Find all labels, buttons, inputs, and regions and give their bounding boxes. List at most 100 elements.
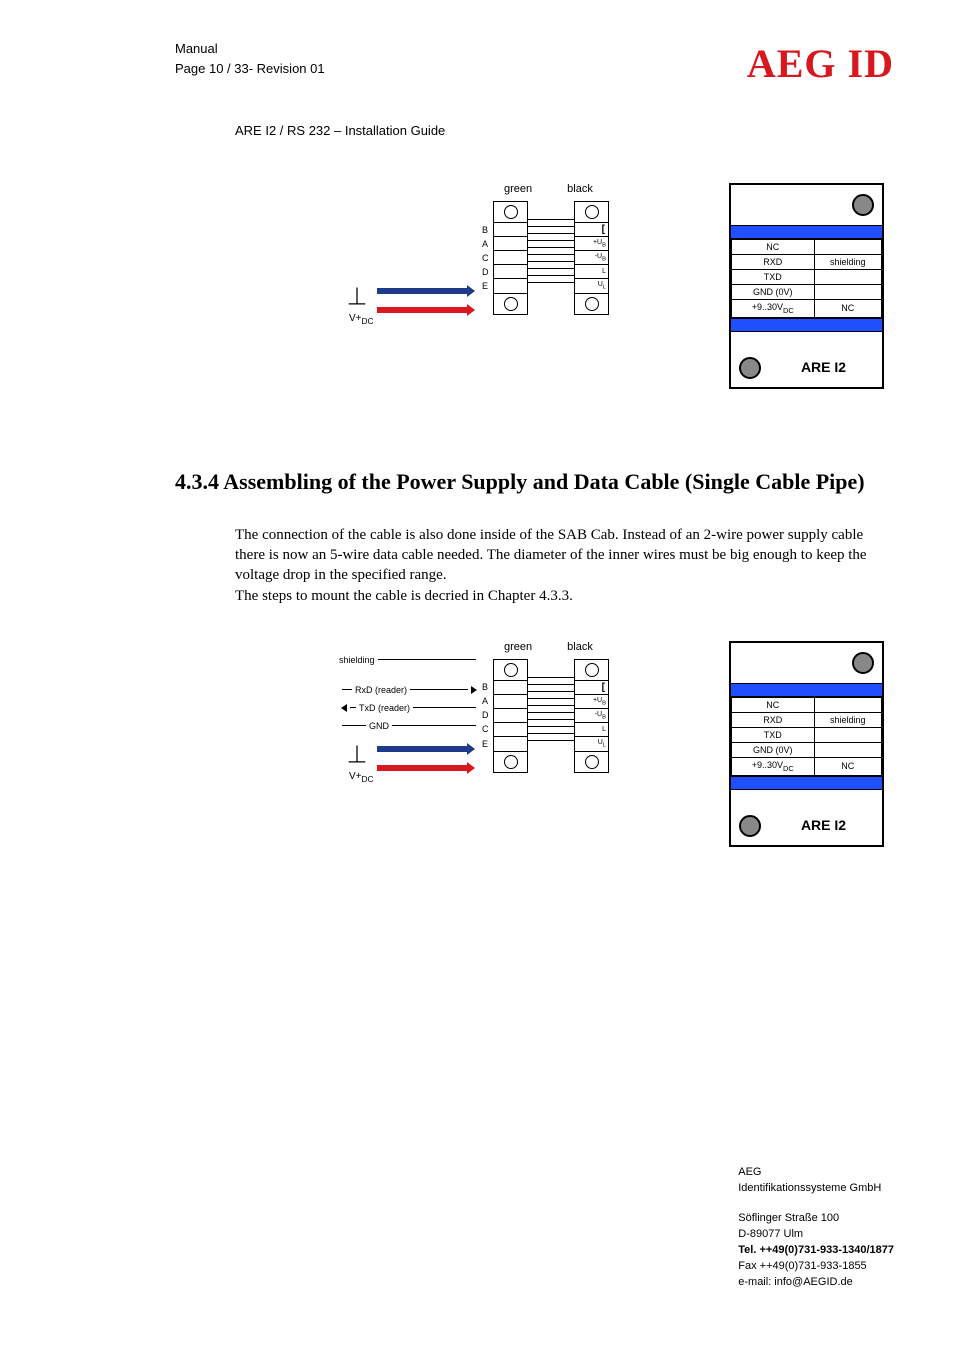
pin-cell	[814, 240, 882, 255]
connector-black: [ +UB -UB L UL	[574, 659, 609, 773]
address-line-1: Söflinger Straße 100	[738, 1211, 894, 1227]
conn-hole-icon	[585, 663, 599, 677]
pin-text: +UB	[593, 239, 606, 248]
pin-text: UL	[598, 739, 606, 748]
bracket-icon: [	[602, 224, 605, 235]
conn-hole-icon	[504, 755, 518, 769]
pin-cell: +9..30VDC	[732, 757, 815, 775]
pin-cell: RXD	[732, 712, 815, 727]
pin-cell: GND (0V)	[732, 742, 815, 757]
telephone: Tel. ++49(0)731-933-1340/1877	[738, 1243, 894, 1259]
vplus-label: V+DC	[349, 313, 474, 326]
pin-cell	[814, 270, 882, 285]
doc-subtitle: ARE I2 / RS 232 – Installation Guide	[235, 123, 894, 138]
conn-hole-icon	[504, 663, 518, 677]
pin-label: A	[482, 239, 488, 249]
conn-hole-icon	[504, 297, 518, 311]
pin-text: -UB	[595, 253, 606, 262]
section-heading: 4.3.4 Assembling of the Power Supply and…	[175, 469, 894, 495]
pin-label: D	[482, 710, 489, 720]
jumper-lines	[528, 677, 574, 747]
manual-label: Manual	[175, 40, 325, 58]
pin-cell: TXD	[732, 727, 815, 742]
conn-hole-icon	[504, 205, 518, 219]
pin-text: +UB	[593, 697, 606, 706]
pin-cell: shielding	[814, 255, 882, 270]
company-block: AEG Identifikationssysteme GmbH	[738, 1165, 894, 1197]
green-label: green	[504, 641, 532, 653]
ground-icon: ⏊	[349, 283, 365, 307]
arrow-left-icon	[341, 704, 347, 712]
pin-label: E	[482, 739, 488, 749]
pin-label: E	[482, 281, 488, 291]
are-i2-box: NC RXDshielding TXD GND (0V) +9..30VDCNC…	[729, 641, 884, 847]
are-bottom: ARE I2	[731, 790, 882, 845]
arrow-right-icon	[471, 686, 477, 694]
address-line-2: D-89077 Ulm	[738, 1227, 894, 1243]
page-footer: AEG Identifikationssysteme GmbH Söflinge…	[738, 1165, 894, 1291]
pin-cell: NC	[732, 697, 815, 712]
pin-cell	[814, 727, 882, 742]
power-symbol: ⏊ V+DC	[349, 283, 474, 326]
pin-label: A	[482, 696, 488, 706]
jumper-lines	[528, 219, 574, 289]
blue-wire-icon	[377, 746, 467, 752]
pin-label: C	[482, 724, 489, 734]
pin-table: NC RXDshielding TXD GND (0V) +9..30VDCNC	[731, 697, 882, 776]
blue-bar-icon	[731, 683, 882, 697]
pin-label: C	[482, 253, 489, 263]
green-label: green	[504, 183, 532, 195]
blue-bar-icon	[731, 225, 882, 239]
mount-hole-icon	[739, 357, 761, 379]
pin-cell: NC	[814, 300, 882, 318]
page-header: Manual Page 10 / 33- Revision 01 AEG ID	[175, 40, 894, 87]
pin-label: B	[482, 682, 488, 692]
are-top	[731, 643, 882, 683]
are-label: ARE I2	[773, 359, 874, 379]
connector-green: B A D C E	[493, 659, 528, 773]
wiring-diagram-2: green black shielding RxD (reader) TxD (…	[339, 641, 634, 811]
conn-hole-icon	[585, 205, 599, 219]
fax: Fax ++49(0)731-933-1855	[738, 1259, 894, 1275]
pin-text: UL	[598, 281, 606, 290]
ground-icon: ⏊	[349, 741, 365, 765]
figure-row-1: green black B A C D E [ +UB -UB L U	[175, 183, 894, 389]
rxd-label: RxD (reader)	[339, 681, 479, 699]
pin-cell	[814, 697, 882, 712]
blue-bar-icon	[731, 318, 882, 332]
power-symbol: ⏊ V+DC	[349, 741, 474, 784]
pin-cell: NC	[814, 757, 882, 775]
bracket-icon: [	[602, 682, 605, 693]
are-top	[731, 185, 882, 225]
red-wire-icon	[377, 307, 467, 313]
pin-cell: TXD	[732, 270, 815, 285]
pin-cell: NC	[732, 240, 815, 255]
vplus-label: V+DC	[349, 771, 474, 784]
pin-cell: shielding	[814, 712, 882, 727]
page-revision: Page 10 / 33- Revision 01	[175, 60, 325, 78]
black-label: black	[567, 183, 593, 195]
pin-table: NC RXDshielding TXD GND (0V) +9..30VDCNC	[731, 239, 882, 318]
conn-hole-icon	[585, 297, 599, 311]
pin-text: -UB	[595, 711, 606, 720]
mount-hole-icon	[739, 815, 761, 837]
pin-cell: GND (0V)	[732, 285, 815, 300]
wire-color-labels: green black	[504, 641, 593, 653]
are-i2-box: NC RXDshielding TXD GND (0V) +9..30VDCNC…	[729, 183, 884, 389]
logo-text: AEG ID	[747, 40, 894, 87]
pin-cell: RXD	[732, 255, 815, 270]
txd-label: TxD (reader)	[339, 699, 479, 717]
are-label: ARE I2	[773, 817, 874, 837]
pin-label: D	[482, 267, 489, 277]
blue-wire-icon	[377, 288, 467, 294]
pin-text: L	[602, 726, 606, 733]
connector-black: [ +UB -UB L UL	[574, 201, 609, 315]
are-bottom: ARE I2	[731, 332, 882, 387]
figure-row-2: green black shielding RxD (reader) TxD (…	[175, 641, 894, 847]
wire-color-labels: green black	[504, 183, 593, 195]
wiring-diagram-1: green black B A C D E [ +UB -UB L U	[339, 183, 634, 353]
email: e-mail: info@AEGID.de	[738, 1275, 894, 1291]
company-name-1: AEG	[738, 1165, 894, 1181]
conn-hole-icon	[585, 755, 599, 769]
blue-bar-icon	[731, 776, 882, 790]
